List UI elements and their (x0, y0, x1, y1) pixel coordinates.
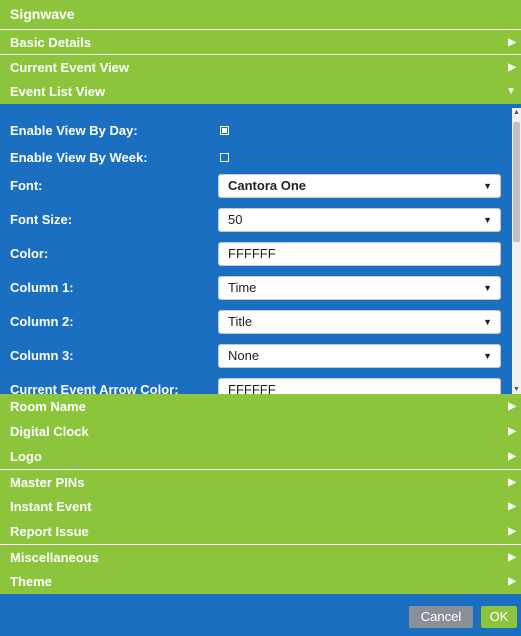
expand-arrow-icon: ▶ (508, 552, 516, 563)
section-report-issue[interactable]: Report Issue ▶ (0, 519, 521, 544)
expand-arrow-icon: ▶ (508, 576, 516, 587)
section-label: Logo (10, 449, 42, 464)
arrow-color-input-value: FFFFFF (228, 382, 276, 394)
dropdown-caret-icon: ▼ (483, 181, 492, 191)
font-size-select-value: 50 (228, 212, 243, 227)
scrollbar-thumb[interactable] (513, 122, 520, 242)
section-digital-clock[interactable]: Digital Clock ▶ (0, 419, 521, 444)
column-3-row: Column 3: None ▼ (10, 342, 510, 370)
expand-arrow-icon: ▶ (508, 501, 516, 512)
font-label: Font: (10, 178, 43, 193)
cancel-button[interactable]: Cancel (409, 606, 473, 628)
column-3-label: Column 3: (10, 348, 74, 363)
column-3-select-value: None (228, 348, 260, 363)
accordion-top: Basic Details ▶ Current Event View ▶ Eve… (0, 29, 521, 104)
section-label: Theme (10, 574, 52, 589)
section-miscellaneous[interactable]: Miscellaneous ▶ (0, 544, 521, 569)
enable-by-day-row: Enable View By Day: (10, 117, 510, 145)
scroll-up-icon[interactable]: ▲ (513, 109, 520, 116)
scroll-down-icon[interactable]: ▼ (513, 386, 520, 393)
accordion-bottom: Room Name ▶ Digital Clock ▶ Logo ▶ Maste… (0, 394, 521, 594)
section-label: Event List View (10, 84, 106, 99)
color-input-value: FFFFFF (228, 246, 276, 261)
section-logo[interactable]: Logo ▶ (0, 444, 521, 469)
app-title: Signwave (0, 0, 521, 29)
column-2-select[interactable]: Title ▼ (218, 310, 501, 334)
font-size-select[interactable]: 50 ▼ (218, 208, 501, 232)
enable-by-day-checkbox[interactable] (220, 126, 229, 135)
section-label: Basic Details (10, 35, 91, 50)
column-1-row: Column 1: Time ▼ (10, 274, 510, 302)
section-label: Instant Event (10, 499, 92, 514)
section-room-name[interactable]: Room Name ▶ (0, 394, 521, 419)
enable-by-week-checkbox[interactable] (220, 153, 229, 162)
expand-arrow-icon: ▶ (508, 451, 516, 462)
section-theme[interactable]: Theme ▶ (0, 569, 521, 594)
color-input[interactable]: FFFFFF (218, 242, 501, 266)
enable-by-week-row: Enable View By Week: (10, 144, 510, 172)
column-1-select-value: Time (228, 280, 257, 295)
column-2-row: Column 2: Title ▼ (10, 308, 510, 336)
section-event-list-view[interactable]: Event List View ▼ (0, 79, 521, 104)
section-basic-details[interactable]: Basic Details ▶ (0, 29, 521, 54)
section-label: Miscellaneous (10, 550, 99, 565)
dialog-footer: Cancel OK (0, 600, 521, 636)
column-2-label: Column 2: (10, 314, 74, 329)
section-current-event-view[interactable]: Current Event View ▶ (0, 54, 521, 79)
expand-arrow-icon: ▶ (508, 426, 516, 437)
column-3-select[interactable]: None ▼ (218, 344, 501, 368)
font-row: Font: Cantora One ▼ (10, 172, 510, 200)
font-select[interactable]: Cantora One ▼ (218, 174, 501, 198)
dropdown-caret-icon: ▼ (483, 351, 492, 361)
ok-button[interactable]: OK (481, 606, 517, 628)
event-list-view-panel[interactable]: Enable View By Day: Enable View By Week:… (10, 108, 521, 394)
section-master-pins[interactable]: Master PINs ▶ (0, 469, 521, 494)
column-1-select[interactable]: Time ▼ (218, 276, 501, 300)
section-label: Report Issue (10, 524, 89, 539)
color-row: Color: FFFFFF (10, 240, 510, 268)
font-select-value: Cantora One (228, 178, 307, 193)
column-2-select-value: Title (228, 314, 253, 329)
expand-arrow-icon: ▶ (508, 526, 516, 537)
panel-scrollbar[interactable]: ▲ ▼ (512, 108, 521, 394)
expand-arrow-icon: ▶ (508, 37, 516, 48)
enable-by-day-label: Enable View By Day: (10, 123, 138, 138)
section-label: Room Name (10, 399, 86, 414)
arrow-color-row: Current Event Arrow Color: FFFFFF (10, 376, 510, 394)
dropdown-caret-icon: ▼ (483, 283, 492, 293)
color-label: Color: (10, 246, 49, 261)
dropdown-caret-icon: ▼ (483, 215, 492, 225)
section-label: Master PINs (10, 475, 85, 490)
column-1-label: Column 1: (10, 280, 74, 295)
section-label: Digital Clock (10, 424, 89, 439)
section-label: Current Event View (10, 60, 129, 75)
font-size-row: Font Size: 50 ▼ (10, 206, 510, 234)
expand-arrow-icon: ▶ (508, 62, 516, 73)
section-instant-event[interactable]: Instant Event ▶ (0, 494, 521, 519)
arrow-color-input[interactable]: FFFFFF (218, 378, 501, 394)
enable-by-week-label: Enable View By Week: (10, 150, 148, 165)
expand-arrow-icon: ▶ (508, 401, 516, 412)
signwave-dialog: Signwave Basic Details ▶ Current Event V… (0, 0, 521, 636)
arrow-color-label: Current Event Arrow Color: (10, 382, 179, 394)
collapse-arrow-icon: ▼ (506, 86, 516, 97)
dropdown-caret-icon: ▼ (483, 317, 492, 327)
font-size-label: Font Size: (10, 212, 73, 227)
expand-arrow-icon: ▶ (508, 477, 516, 488)
